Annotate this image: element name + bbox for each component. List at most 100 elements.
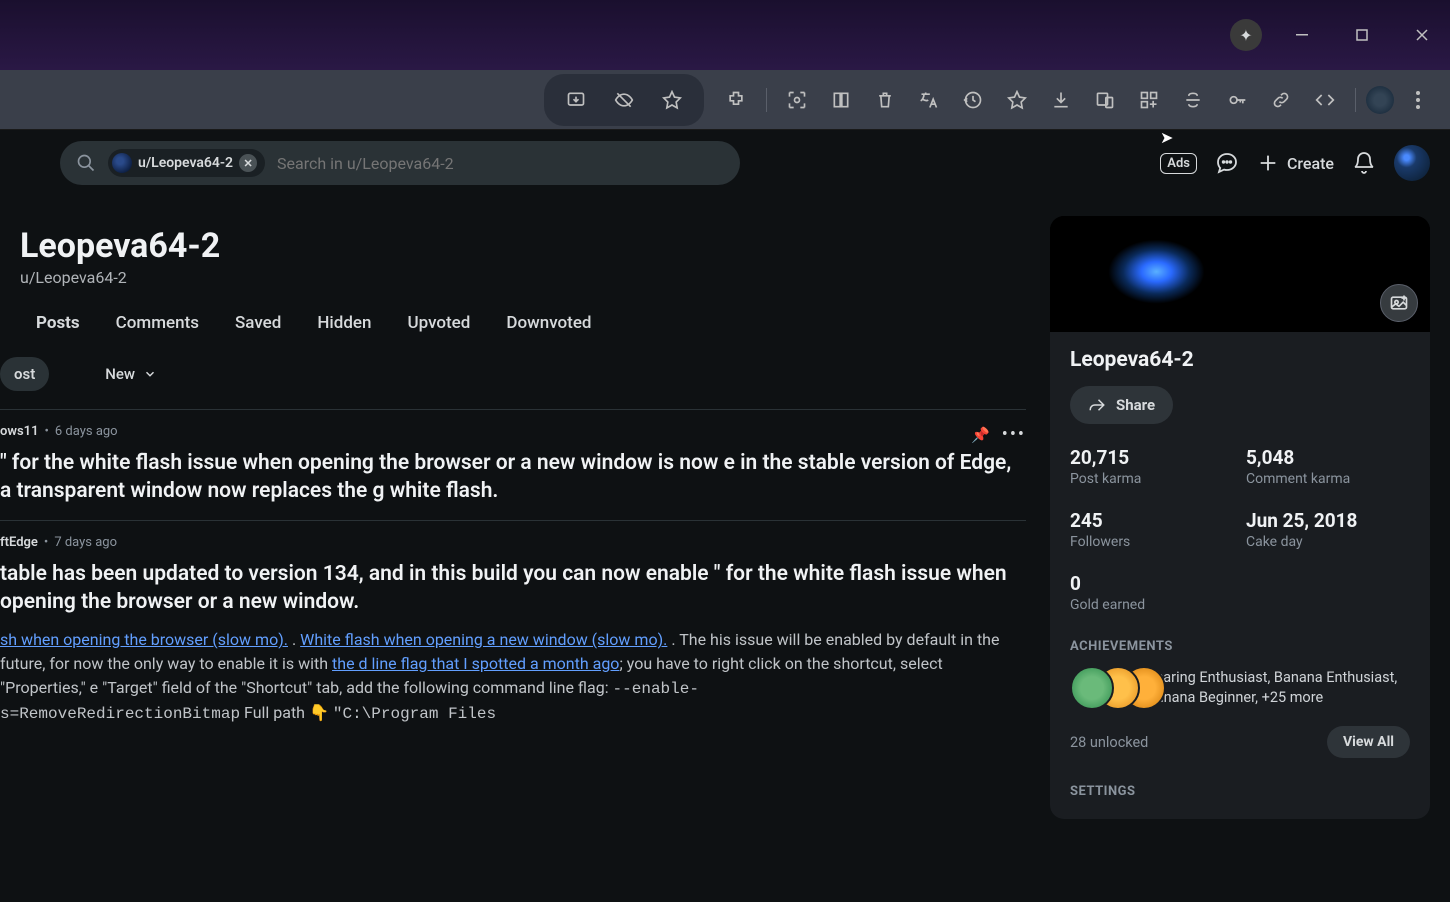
close-button[interactable] <box>1402 15 1442 55</box>
apps-icon[interactable] <box>1129 80 1169 120</box>
post-subreddit[interactable]: ows11 <box>0 424 39 439</box>
page-content: u/Leopeva64-2 ✕ Ads Create Leopeva64-2 u… <box>0 130 1450 902</box>
notifications-icon[interactable] <box>1352 151 1376 175</box>
stats-grid: 20,715 Post karma 5,048 Comment karma 24… <box>1070 446 1410 613</box>
sort-dropdown[interactable]: New <box>67 365 157 383</box>
search-input[interactable] <box>277 154 724 173</box>
devtools-icon[interactable] <box>1305 80 1345 120</box>
tab-upvoted[interactable]: Upvoted <box>407 313 470 333</box>
post-link[interactable]: the d line flag that I spotted a month a… <box>332 654 619 673</box>
stat-gold: 0 Gold earned <box>1070 572 1234 613</box>
pin-icon: 📌 <box>971 426 990 444</box>
achievement-badges[interactable] <box>1070 666 1129 710</box>
post-meta: ows11 • 6 days ago <box>0 424 971 439</box>
unlocked-count: 28 unlocked <box>1070 734 1148 751</box>
send-to-devices-icon[interactable] <box>1085 80 1125 120</box>
stat-cake-day: Jun 25, 2018 Cake day <box>1246 509 1410 550</box>
browser-menu-icon[interactable] <box>1398 80 1438 120</box>
achievements-heading: ACHIEVEMENTS <box>1070 639 1410 654</box>
profile-display-name: Leopeva64-2 <box>20 226 1026 266</box>
add-banner-button[interactable] <box>1380 284 1418 322</box>
chip-avatar <box>112 153 132 173</box>
post-body: sh when opening the browser (slow mo). .… <box>0 628 1026 726</box>
profile-username: u/Leopeva64-2 <box>20 268 1026 287</box>
create-button[interactable]: Create <box>1257 152 1334 174</box>
share-icon <box>1088 396 1106 414</box>
post-menu-icon[interactable]: ••• <box>1002 424 1026 445</box>
sort-label: New <box>105 365 135 383</box>
screenshot-icon[interactable] <box>777 80 817 120</box>
stat-post-karma: 20,715 Post karma <box>1070 446 1234 487</box>
post-title[interactable]: table has been updated to version 134, a… <box>0 560 1026 617</box>
stat-followers: 245 Followers <box>1070 509 1234 550</box>
tab-hidden[interactable]: Hidden <box>317 313 371 333</box>
share-label: Share <box>1116 396 1155 414</box>
browser-profile-avatar[interactable] <box>1366 86 1394 114</box>
address-bar-actions <box>544 74 704 126</box>
chat-icon[interactable] <box>1215 151 1239 175</box>
post-link[interactable]: sh when opening the browser (slow mo). <box>0 630 288 649</box>
strikethrough-icon[interactable] <box>1173 80 1213 120</box>
feed-controls: ost New <box>0 347 1026 409</box>
post-age: 7 days ago <box>54 535 117 550</box>
header-actions: Ads Create <box>1160 145 1430 181</box>
history-icon[interactable] <box>953 80 993 120</box>
create-post-button[interactable]: ost <box>0 357 49 391</box>
minimize-button[interactable] <box>1282 15 1322 55</box>
post-link[interactable]: White flash when opening a new window (s… <box>300 630 667 649</box>
ai-sparkle-button[interactable]: ✦ <box>1230 19 1262 51</box>
main-feed: Leopeva64-2 u/Leopeva64-2 Posts Comments… <box>0 216 1026 819</box>
add-image-icon <box>1389 293 1409 313</box>
maximize-button[interactable] <box>1342 15 1382 55</box>
card-username: Leopeva64-2 <box>1070 348 1410 372</box>
tab-saved[interactable]: Saved <box>235 313 281 333</box>
post-meta: ftEdge • 7 days ago <box>0 535 1026 550</box>
view-all-button[interactable]: View All <box>1327 726 1410 758</box>
post-item[interactable]: ftEdge • 7 days ago table has been updat… <box>0 520 1026 741</box>
search-bar[interactable]: u/Leopeva64-2 ✕ <box>60 141 740 185</box>
profile-card: Leopeva64-2 Share 20,715 Post karma 5,04… <box>1050 216 1430 819</box>
browser-titlebar: ✦ <box>0 0 1450 70</box>
extensions-icon[interactable] <box>716 80 756 120</box>
achievements-list: Sharing Enthusiast, Banana Enthusiast, B… <box>1147 668 1410 709</box>
settings-heading: SETTINGS <box>1070 784 1410 799</box>
post-age: 6 days ago <box>55 424 118 439</box>
profile-banner <box>1050 216 1430 332</box>
tab-downvoted[interactable]: Downvoted <box>506 313 591 333</box>
delete-icon[interactable] <box>865 80 905 120</box>
reader-icon[interactable] <box>821 80 861 120</box>
link-icon[interactable] <box>1261 80 1301 120</box>
ads-button[interactable]: Ads <box>1160 153 1197 174</box>
post-item[interactable]: 📌 ••• ows11 • 6 days ago " for the white… <box>0 409 1026 520</box>
separator <box>766 88 767 112</box>
unlocked-row: 28 unlocked View All <box>1070 726 1410 758</box>
chip-close-icon[interactable]: ✕ <box>239 154 257 172</box>
search-icon <box>76 153 96 173</box>
profile-sidebar: Leopeva64-2 Share 20,715 Post karma 5,04… <box>1050 216 1430 819</box>
profile-header: Leopeva64-2 u/Leopeva64-2 <box>0 216 1026 287</box>
tab-posts[interactable]: Posts <box>36 313 80 333</box>
translate-icon[interactable] <box>909 80 949 120</box>
badge-icon <box>1070 666 1114 710</box>
password-key-icon[interactable] <box>1217 80 1257 120</box>
downloads-icon[interactable] <box>1041 80 1081 120</box>
share-button[interactable]: Share <box>1070 386 1173 424</box>
stat-comment-karma: 5,048 Comment karma <box>1246 446 1410 487</box>
tab-comments[interactable]: Comments <box>116 313 199 333</box>
favorite-star-icon[interactable] <box>652 80 692 120</box>
create-label: Create <box>1287 154 1334 173</box>
post-subreddit[interactable]: ftEdge <box>0 535 38 550</box>
chip-label: u/Leopeva64-2 <box>138 155 233 171</box>
sparkle-icon: ✦ <box>1239 26 1252 45</box>
post-title[interactable]: " for the white flash issue when opening… <box>0 449 1026 506</box>
achievements-row: Sharing Enthusiast, Banana Enthusiast, B… <box>1070 666 1410 710</box>
favorites-icon[interactable] <box>997 80 1037 120</box>
install-app-icon[interactable] <box>556 80 596 120</box>
profile-tabs: Posts Comments Saved Hidden Upvoted Down… <box>0 287 1026 347</box>
search-scope-chip[interactable]: u/Leopeva64-2 ✕ <box>108 149 265 177</box>
tracking-prevention-icon[interactable] <box>604 80 644 120</box>
chevron-down-icon <box>143 367 157 381</box>
reddit-header: u/Leopeva64-2 ✕ Ads Create <box>0 130 1450 196</box>
plus-icon <box>1257 152 1279 174</box>
user-avatar[interactable] <box>1394 145 1430 181</box>
